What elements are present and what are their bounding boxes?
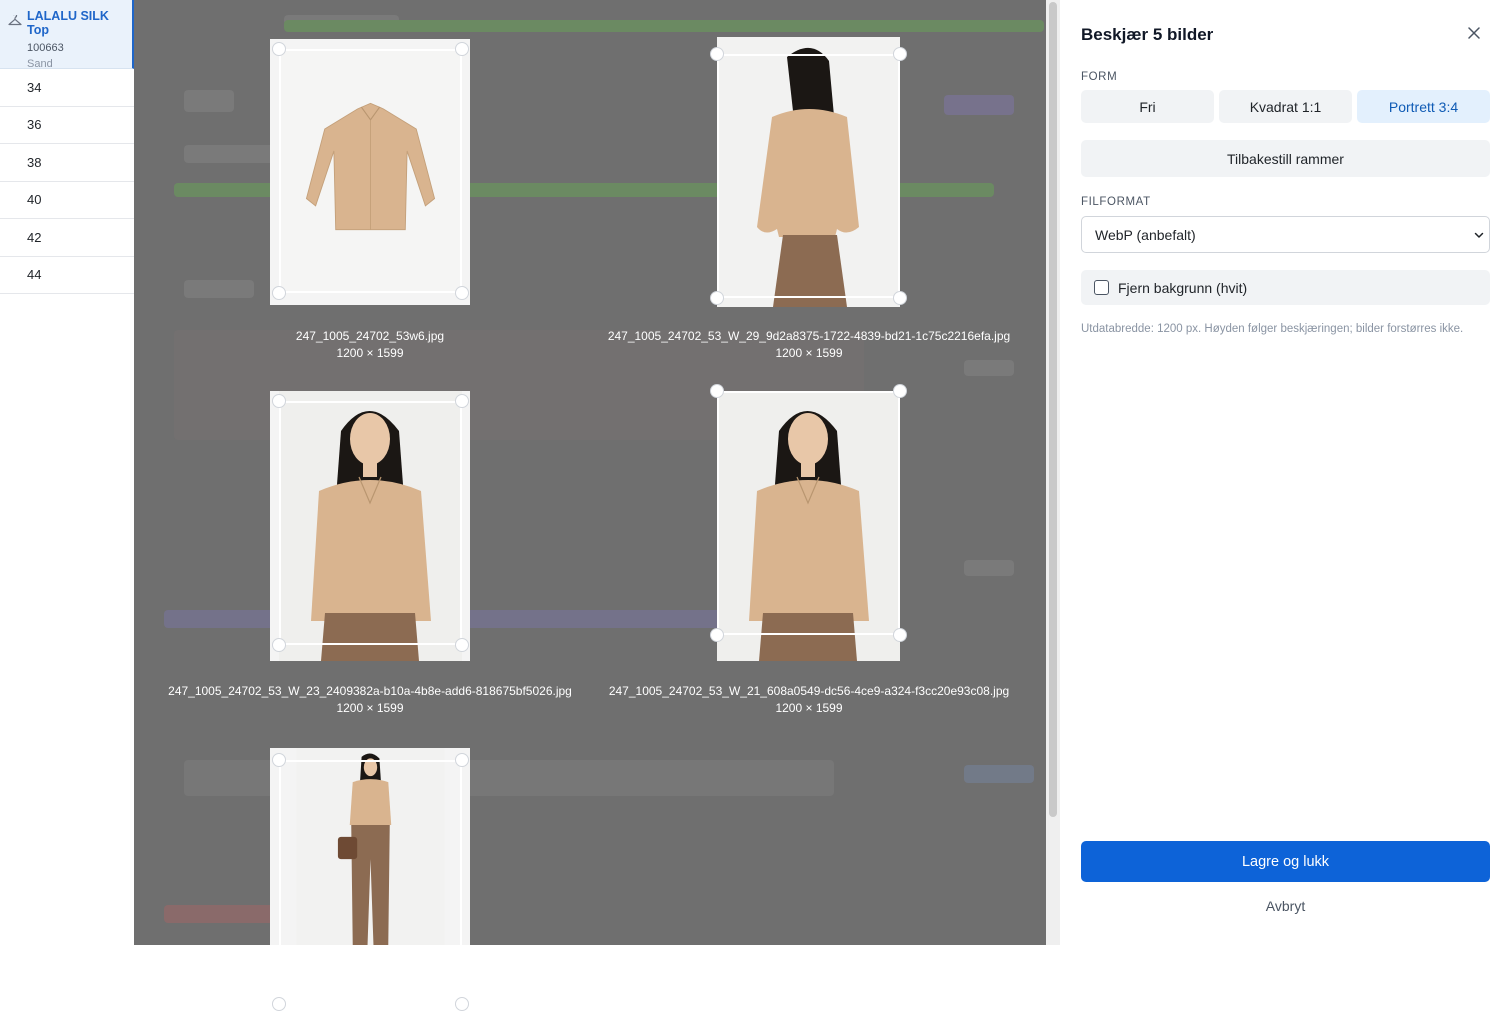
product-title: LALALU SILK Top xyxy=(27,9,109,37)
image-caption: 247_1005_24702_53_W_29_9d2a8375-1722-483… xyxy=(559,328,1059,362)
close-icon xyxy=(1468,26,1480,44)
form-option-fri[interactable]: Fri xyxy=(1081,90,1214,123)
image-filename: 247_1005_24702_53_W_21_608a0549-dc56-4ce… xyxy=(608,684,1010,698)
background-block xyxy=(964,560,1014,576)
background-block xyxy=(184,90,234,112)
crop-rectangle[interactable] xyxy=(279,401,462,645)
background-block xyxy=(184,280,254,298)
image-dimensions: 1200 × 1599 xyxy=(336,701,404,715)
background-progress-bar xyxy=(284,20,1044,32)
reset-frames-button[interactable]: Tilbakestill rammer xyxy=(1081,140,1490,177)
crop-rectangle[interactable] xyxy=(717,54,900,298)
crop-handle[interactable] xyxy=(272,638,286,652)
size-row[interactable]: 36 xyxy=(0,107,134,144)
crop-handle[interactable] xyxy=(893,384,907,398)
image-caption: 247_1005_24702_53_W_23_2409382a-b10a-4b8… xyxy=(120,683,620,717)
crop-rectangle[interactable] xyxy=(717,391,900,635)
crop-panel: Beskjær 5 bilder FORM Fri Kvadrat 1:1 Po… xyxy=(1061,0,1500,945)
crop-rectangle[interactable] xyxy=(279,49,462,293)
remove-background-checkbox[interactable] xyxy=(1094,280,1109,295)
save-and-close-button[interactable]: Lagre og lukk xyxy=(1081,841,1490,882)
crop-handle[interactable] xyxy=(893,291,907,305)
hanger-icon xyxy=(8,13,22,32)
image-filename: 247_1005_24702_53_W_23_2409382a-b10a-4b8… xyxy=(168,684,572,698)
image-filename: 247_1005_24702_53_W_29_9d2a8375-1722-483… xyxy=(607,329,1011,343)
format-select[interactable]: WebP (anbefalt) xyxy=(1081,216,1490,253)
form-option-square[interactable]: Kvadrat 1:1 xyxy=(1219,90,1352,123)
close-button[interactable] xyxy=(1464,25,1484,45)
size-row[interactable]: 40 xyxy=(0,182,134,219)
image-filename: 247_1005_24702_53w6.jpg xyxy=(295,329,445,343)
image-caption: 247_1005_24702_53w6.jpg 1200 × 1599 xyxy=(120,328,620,362)
crop-handle[interactable] xyxy=(455,286,469,300)
crop-handle[interactable] xyxy=(455,638,469,652)
form-option-portrait[interactable]: Portrett 3:4 xyxy=(1357,90,1490,123)
scrollbar-thumb[interactable] xyxy=(1049,2,1057,817)
size-list: 34 36 38 40 42 44 xyxy=(0,69,134,294)
image-dimensions: 1200 × 1599 xyxy=(775,701,843,715)
product-header[interactable]: LALALU SILK Top 100663 Sand xyxy=(0,0,134,70)
background-block xyxy=(964,360,1014,376)
crop-handle[interactable] xyxy=(272,394,286,408)
size-row[interactable]: 42 xyxy=(0,219,134,257)
chevron-down-icon xyxy=(1473,228,1485,244)
image-caption: 247_1005_24702_53_W_21_608a0549-dc56-4ce… xyxy=(559,683,1059,717)
size-row[interactable]: 34 xyxy=(0,69,134,107)
product-sku: 100663 xyxy=(27,42,64,54)
background-block xyxy=(964,765,1034,783)
crop-handle[interactable] xyxy=(455,394,469,408)
crop-handle[interactable] xyxy=(893,47,907,61)
background-block xyxy=(184,145,284,163)
background-block xyxy=(164,905,274,923)
format-label: FILFORMAT xyxy=(1081,196,1151,208)
image-dimensions: 1200 × 1599 xyxy=(775,346,843,360)
crop-handle[interactable] xyxy=(455,997,469,1011)
size-row[interactable]: 38 xyxy=(0,144,134,182)
image-dimensions: 1200 × 1599 xyxy=(336,346,404,360)
crop-handle[interactable] xyxy=(710,628,724,642)
output-hint: Utdatabredde: 1200 px. Høyden følger bes… xyxy=(1081,323,1464,335)
crop-handle[interactable] xyxy=(710,291,724,305)
size-row[interactable]: 44 xyxy=(0,257,134,294)
crop-handle[interactable] xyxy=(893,628,907,642)
crop-handle[interactable] xyxy=(710,47,724,61)
remove-background-option[interactable]: Fjern bakgrunn (hvit) xyxy=(1081,270,1490,305)
crop-handle[interactable] xyxy=(272,753,286,767)
form-label: FORM xyxy=(1081,71,1118,83)
background-block xyxy=(944,95,1014,115)
crop-rectangle[interactable] xyxy=(279,760,462,1004)
crop-handle[interactable] xyxy=(272,286,286,300)
crop-handle[interactable] xyxy=(455,42,469,56)
variant-sidebar: LALALU SILK Top 100663 Sand 34 36 38 40 42 44 xyxy=(0,0,135,945)
cancel-button[interactable]: Avbryt xyxy=(1081,898,1490,920)
panel-title: Beskjær 5 bilder xyxy=(1081,25,1214,44)
format-select-value: WebP (anbefalt) xyxy=(1095,226,1196,243)
crop-handle[interactable] xyxy=(710,384,724,398)
crop-handle[interactable] xyxy=(272,42,286,56)
crop-handle[interactable] xyxy=(272,997,286,1011)
remove-background-label: Fjern bakgrunn (hvit) xyxy=(1118,279,1248,296)
crop-handle[interactable] xyxy=(455,753,469,767)
